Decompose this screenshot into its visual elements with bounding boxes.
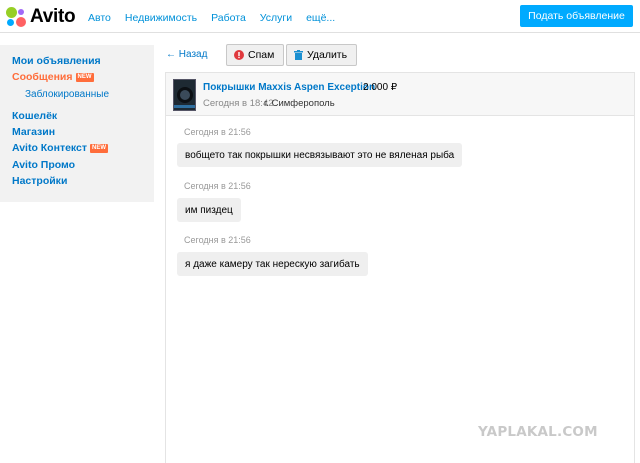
message-bubble: вобщето так покрышки несвязывают это не … bbox=[177, 143, 463, 167]
message-bubble: им пиздец bbox=[177, 198, 241, 222]
sidebar-item-label: Магазин bbox=[12, 126, 56, 139]
sidebar-item-label: Сообщения bbox=[12, 71, 73, 84]
logo-dots-icon bbox=[6, 7, 26, 27]
alert-icon bbox=[234, 50, 244, 60]
post-ad-button[interactable]: Подать объявление bbox=[520, 5, 633, 27]
back-link[interactable]: ← Назад bbox=[166, 49, 207, 60]
ad-price: 2 000 ₽ bbox=[363, 82, 398, 93]
sidebar-item-blocked[interactable]: Заблокированные bbox=[12, 86, 154, 108]
sidebar-item-context[interactable]: Avito Контекст NEW bbox=[12, 140, 154, 156]
sidebar-item-messages[interactable]: Сообщения NEW bbox=[12, 69, 154, 85]
sidebar-item-label: Мои объявления bbox=[12, 55, 101, 68]
sidebar-item-shop[interactable]: Магазин bbox=[12, 124, 154, 140]
watermark: YAPLAKAL.COM bbox=[478, 424, 598, 440]
ad-date: Сегодня в 18:42 bbox=[203, 98, 274, 109]
nav-services[interactable]: Услуги bbox=[260, 12, 292, 24]
main-nav: Авто Недвижимость Работа Услуги ещё... bbox=[88, 12, 349, 24]
delete-label: Удалить bbox=[307, 49, 348, 61]
avito-logo[interactable]: Avito bbox=[6, 6, 76, 28]
ad-title-link[interactable]: Покрышки Maxxis Aspen Exception bbox=[203, 82, 375, 93]
message-timestamp: Сегодня в 21:56 bbox=[184, 235, 251, 245]
nav-auto[interactable]: Авто bbox=[88, 12, 111, 24]
sidebar-item-promo[interactable]: Avito Промо bbox=[12, 156, 154, 172]
conversation-panel: Покрышки Maxxis Aspen Exception 2 000 ₽ … bbox=[165, 72, 635, 463]
ad-summary: Покрышки Maxxis Aspen Exception 2 000 ₽ … bbox=[166, 73, 634, 116]
spam-label: Спам bbox=[248, 49, 275, 61]
sidebar-item-my-ads[interactable]: Мои объявления bbox=[12, 53, 154, 69]
nav-jobs[interactable]: Работа bbox=[211, 12, 246, 24]
sidebar-item-label: Avito Промо bbox=[12, 158, 76, 171]
message-bubble: я даже камеру так нерескую загибать bbox=[177, 252, 368, 276]
sidebar-item-label: Заблокированные bbox=[25, 88, 110, 100]
top-header: Avito Авто Недвижимость Работа Услуги ещ… bbox=[0, 0, 640, 33]
ad-thumbnail[interactable] bbox=[173, 79, 196, 111]
nav-more[interactable]: ещё... bbox=[306, 12, 335, 24]
new-badge: NEW bbox=[90, 143, 109, 153]
new-badge: NEW bbox=[75, 72, 94, 82]
sidebar-item-settings[interactable]: Настройки bbox=[12, 173, 154, 189]
sidebar-item-wallet[interactable]: Кошелёк bbox=[12, 108, 154, 124]
delete-button[interactable]: Удалить bbox=[286, 44, 358, 66]
spam-button[interactable]: Спам bbox=[226, 44, 285, 66]
sidebar-item-label: Avito Контекст bbox=[12, 142, 88, 155]
logo-text: Avito bbox=[30, 6, 76, 27]
nav-realty[interactable]: Недвижимость bbox=[125, 12, 197, 24]
sidebar-item-label: Кошелёк bbox=[12, 109, 58, 122]
message-timestamp: Сегодня в 21:56 bbox=[184, 127, 251, 137]
account-sidebar: Мои объявления Сообщения NEW Заблокирова… bbox=[0, 45, 154, 202]
trash-icon bbox=[294, 50, 303, 60]
message-timestamp: Сегодня в 21:56 bbox=[184, 181, 251, 191]
sidebar-item-label: Настройки bbox=[12, 174, 68, 187]
ad-city: г. Симферополь bbox=[264, 98, 335, 109]
